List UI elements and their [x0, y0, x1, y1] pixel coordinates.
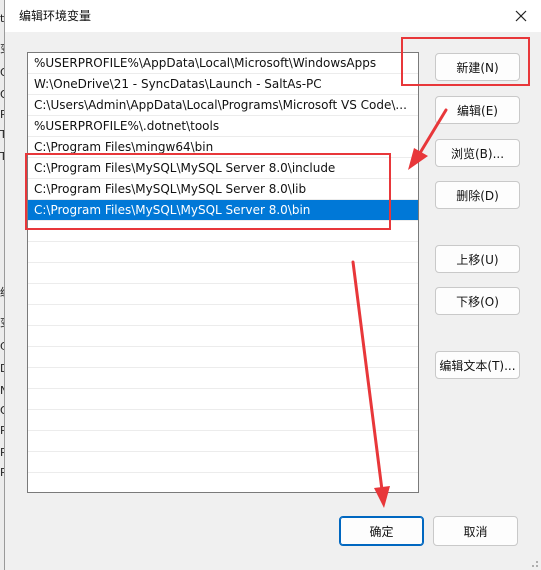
annotation-box-new [401, 37, 530, 86]
path-list-empty-row[interactable] [28, 410, 418, 431]
path-list-empty-row[interactable] [28, 263, 418, 284]
path-list-empty-row[interactable] [28, 368, 418, 389]
move-up-button[interactable]: 上移(U) [435, 245, 520, 273]
edit-text-button[interactable]: 编辑文本(T)... [435, 351, 520, 379]
browse-button[interactable]: 浏览(B)... [435, 139, 520, 167]
cancel-button[interactable]: 取消 [433, 516, 518, 546]
delete-button[interactable]: 删除(D) [435, 181, 520, 209]
annotation-box-mysql-paths [25, 153, 391, 230]
path-list-item[interactable]: C:\Users\Admin\AppData\Local\Programs\Mi… [28, 95, 418, 116]
path-list-item[interactable]: %USERPROFILE%\AppData\Local\Microsoft\Wi… [28, 53, 418, 74]
resize-grip-icon[interactable] [529, 558, 539, 568]
close-button[interactable] [507, 3, 535, 29]
path-list-empty-row[interactable] [28, 284, 418, 305]
path-list-item[interactable]: W:\OneDrive\21 - SyncDatas\Launch - Salt… [28, 74, 418, 95]
path-list-empty-row[interactable] [28, 473, 418, 492]
dialog-title: 编辑环境变量 [19, 9, 92, 23]
ok-button[interactable]: 确定 [339, 516, 424, 546]
path-list-empty-row[interactable] [28, 347, 418, 368]
path-list-item[interactable]: %USERPROFILE%\.dotnet\tools [28, 116, 418, 137]
edit-button[interactable]: 编辑(E) [435, 96, 520, 124]
path-list-empty-row[interactable] [28, 452, 418, 473]
path-list-empty-row[interactable] [28, 242, 418, 263]
move-down-button[interactable]: 下移(O) [435, 287, 520, 315]
close-icon [515, 10, 527, 22]
path-list-empty-row[interactable] [28, 326, 418, 347]
title-bar[interactable]: 编辑环境变量 [5, 0, 541, 32]
path-list[interactable]: %USERPROFILE%\AppData\Local\Microsoft\Wi… [27, 52, 419, 493]
path-list-empty-row[interactable] [28, 389, 418, 410]
path-list-empty-row[interactable] [28, 305, 418, 326]
path-list-empty-row[interactable] [28, 431, 418, 452]
